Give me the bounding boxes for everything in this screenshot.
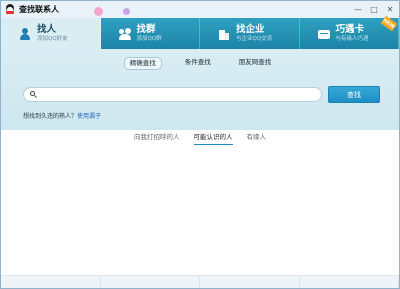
tab-name: 找群 [136,24,156,35]
tab-encounter-card[interactable]: 巧遇卡 与有缘人巧遇 NEW [300,15,399,49]
find-contacts-window: 查找联系人 — □ ✕ 找人 添加QQ好友 找群 添加QQ群 找企业 与企业QQ… [0,0,400,289]
tab-greeted-me[interactable]: 向我打招呼的人 [134,132,180,145]
category-tab-bar: 找人 添加QQ好友 找群 添加QQ群 找企业 与企业QQ交流 巧遇卡 与有缘人巧… [1,15,399,49]
tab-name: 找企业 [236,24,265,35]
results-area [1,147,399,275]
hint-row: 想找到久违的熟人？使用漏子 [23,111,101,120]
balloon-decoration-icon [94,7,103,16]
group-icon [118,27,131,40]
tab-exact-search[interactable]: 精确查找 [123,57,162,70]
tab-find-groups[interactable]: 找群 添加QQ群 [101,18,200,49]
company-icon [218,28,230,40]
footer-segment [200,276,300,288]
tab-subtitle: 与有缘人巧遇 [335,36,369,42]
new-badge: NEW [380,15,398,32]
tab-friend-network-search[interactable]: 朋友网查找 [234,57,277,70]
tab-name: 找人 [37,24,57,35]
qq-penguin-icon [5,4,15,15]
hint-text: 想找到久违的熟人？ [23,113,78,120]
person-icon [19,27,31,40]
tab-may-know[interactable]: 可能认识的人 [193,132,233,145]
use-tool-link[interactable]: 使用漏子 [77,113,101,120]
search-panel: 精确查找 条件查找 朋友网查找 查找 想找到久违的熟人？使用漏子 [1,49,399,130]
search-button[interactable]: 查找 [328,86,380,103]
recommendation-tabs: 向我打招呼的人 可能认识的人 有缘人 [1,132,399,145]
tab-subtitle: 添加QQ群 [136,36,162,42]
close-button[interactable]: ✕ [385,5,395,15]
maximize-button[interactable]: □ [369,5,379,15]
search-mode-tabs: 精确查找 条件查找 朋友网查找 [1,57,399,70]
search-input[interactable] [40,91,310,98]
footer-segment [101,276,200,288]
tab-name: 巧遇卡 [335,24,365,35]
card-icon [317,28,330,40]
title-bar[interactable]: 查找联系人 — □ ✕ [1,1,399,18]
tab-subtitle: 添加QQ好友 [37,36,68,42]
footer-segment [1,276,101,288]
search-icon [30,91,37,98]
tab-find-people[interactable]: 找人 添加QQ好友 [1,18,101,49]
tab-condition-search[interactable]: 条件查找 [180,57,216,70]
tab-subtitle: 与企业QQ交流 [236,36,273,42]
tab-find-company[interactable]: 找企业 与企业QQ交流 [200,18,300,49]
window-title: 查找联系人 [19,5,59,14]
minimize-button[interactable]: — [353,5,363,15]
balloon-decoration-icon [123,8,130,15]
search-field[interactable] [23,87,322,102]
footer-bar [1,275,399,288]
tab-destined-people[interactable]: 有缘人 [247,132,267,145]
footer-segment [300,276,399,288]
